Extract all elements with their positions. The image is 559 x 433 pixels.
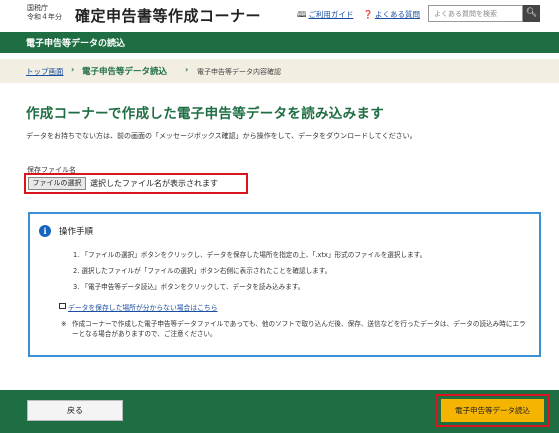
breadcrumb: トップ画面 › 電子申告等データ読込 › 電子申告等データ内容確認 [0,59,559,83]
load-button-highlight: 電子申告等データ読込 [436,394,549,427]
selected-file-name: 選択したファイル名が表示されます [90,179,218,188]
page-heading: 作成コーナーで作成した電子申告等データを読み込みます [26,106,384,122]
faq-search-input[interactable]: よくある質問を検索 [428,5,523,22]
note-mark: ※ [61,320,67,328]
back-button[interactable]: 戻る [27,400,123,421]
guide-link[interactable]: 🕮 ご利用ガイド [297,9,353,23]
faq-link-label: よくある質問 [374,10,420,19]
agency-label: 国税庁 令和４年分 [27,4,62,22]
book-icon: 🕮 [297,10,307,19]
tax-year: 令和４年分 [27,13,62,21]
caution-note: 作成コーナーで作成した電子申告等データファイルであっても、他のソフトで取り込んだ… [72,320,526,338]
breadcrumb-separator: › [185,65,189,74]
breadcrumb-current-page: 電子申告等データ内容確認 [197,68,281,76]
intro-text: データをお持ちでない方は、前の画面の「メッセージボックス確認」から操作をして、デ… [26,132,417,140]
section-title-bar: 電子申告等データの読込 [0,32,559,53]
footer-bar: 戻る 電子申告等データ読込 [0,390,559,433]
section-title: 電子申告等データの読込 [26,39,126,49]
site-header: 国税庁 令和４年分 確定申告書等作成コーナー 🕮 ご利用ガイド ❓ よくある質問 よ… [0,0,559,32]
search-icon: 🔍︎ [525,8,538,18]
breadcrumb-section: 電子申告等データ読込 [82,67,168,77]
site-title: 確定申告書等作成コーナー [75,7,262,25]
guide-link-label: ご利用ガイド [308,10,354,19]
window-icon [59,303,66,309]
search-button[interactable]: 🔍︎ [523,5,540,22]
breadcrumb-separator: › [71,65,75,74]
info-icon: i [39,225,51,237]
faq-link[interactable]: ❓ よくある質問 [363,9,420,20]
procedure-panel: i 操作手順 1. 「ファイルの選択」ボタンをクリックし、データを保存した場所を… [28,212,541,357]
question-circle-icon: ❓ [363,10,373,19]
procedure-title: 操作手順 [59,227,94,237]
procedure-step: 1. 「ファイルの選択」ボタンをクリックし、データを保存した場所を指定の上、「.… [73,251,427,259]
file-select-button[interactable]: ファイルの選択 [28,177,86,190]
agency-name: 国税庁 [27,4,48,12]
procedure-step: 3. 「電子申告等データ読込」ボタンをクリックして、データを読み込みます。 [73,283,305,291]
file-input-row: ファイルの選択 選択したファイル名が表示されます [24,173,248,194]
load-data-button[interactable]: 電子申告等データ読込 [441,399,544,422]
breadcrumb-top-link[interactable]: トップ画面 [26,66,64,77]
storage-help-link[interactable]: データを保存した場所が分からない場合はこちら [68,302,218,312]
procedure-step: 2. 選択したファイルが「ファイルの選択」ボタン右側に表示されたことを確認します… [73,267,332,275]
